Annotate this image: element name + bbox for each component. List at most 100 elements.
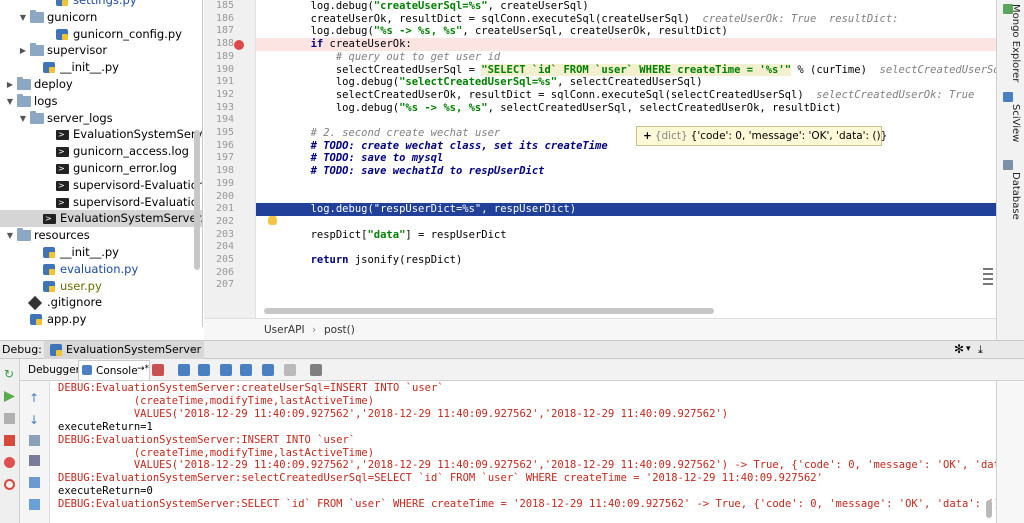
pin-icon[interactable]: →* <box>137 359 149 379</box>
code-line[interactable]: createUserOk, resultDict = sqlConn.execu… <box>256 13 996 26</box>
line-number[interactable]: 190 <box>204 64 234 75</box>
mute-breakpoints-icon[interactable] <box>4 479 15 490</box>
scroll-down-icon[interactable]: ↓ <box>29 413 40 427</box>
code-line[interactable]: selectCreatedUserOk, resultDict = sqlCon… <box>256 89 996 102</box>
chevron-down-icon[interactable]: ▼ <box>18 110 28 127</box>
code-line[interactable]: log.debug("%s -> %s, %s", createUserSql,… <box>256 25 996 38</box>
line-number[interactable]: 194 <box>204 114 234 125</box>
value-tooltip[interactable]: + {dict} {'code': 0, 'message': 'OK', 'dat… <box>636 126 887 146</box>
view-breakpoints-icon[interactable] <box>4 457 15 468</box>
tab-console[interactable]: Console →* <box>78 360 150 380</box>
tree-item[interactable]: ▼ gunicorn <box>0 9 202 26</box>
line-number[interactable]: 193 <box>204 102 234 113</box>
code-line[interactable]: # TODO: save to mysql <box>256 152 996 165</box>
expand-icon[interactable]: + <box>643 130 652 142</box>
mongo-explorer-tab[interactable]: Mongo Explorer <box>1001 4 1021 88</box>
chevron-right-icon[interactable]: ▶ <box>18 42 28 59</box>
tree-item[interactable]: EvaluationSystemServer.l <box>0 210 202 228</box>
horizontal-scrollbar[interactable] <box>264 308 714 314</box>
line-number[interactable]: 191 <box>204 76 234 87</box>
line-number[interactable]: 196 <box>204 140 234 151</box>
tree-item[interactable]: ▼ logs <box>0 93 202 110</box>
line-number[interactable]: 204 <box>204 241 234 252</box>
line-number[interactable]: 205 <box>204 254 234 265</box>
line-number[interactable]: 201 <box>204 203 234 214</box>
code-line[interactable]: respDict["data"] = respUserDict <box>256 229 996 242</box>
code-line[interactable]: log.debug("%s -> %s, %s", selectCreatedU… <box>256 102 996 115</box>
chevron-down-icon[interactable]: ▼ <box>5 227 15 244</box>
table-icon[interactable] <box>310 364 322 376</box>
breadcrumb-class[interactable]: UserAPI <box>264 320 305 340</box>
console-scrollbar[interactable] <box>986 500 992 518</box>
tree-item[interactable]: supervisord-Evaluatio <box>0 194 202 211</box>
tree-item[interactable]: supervisord-Evaluation <box>0 177 202 194</box>
line-number[interactable]: 198 <box>204 165 234 176</box>
tree-item[interactable]: ▶ supervisor <box>0 42 202 59</box>
tree-item[interactable]: ▶ deploy <box>0 76 202 93</box>
line-number[interactable]: 188 <box>204 38 234 49</box>
line-number[interactable]: 185 <box>204 0 234 11</box>
line-number[interactable]: 202 <box>204 216 234 227</box>
tree-item[interactable]: __init__.py <box>0 59 202 76</box>
breakpoint-line[interactable]: if createUserOk: <box>256 38 996 52</box>
tree-item[interactable]: app.py <box>0 311 202 327</box>
run-to-cursor-icon[interactable] <box>262 364 274 376</box>
tree-item[interactable]: gunicorn_error.log <box>0 160 202 177</box>
tree-item[interactable]: settings.py <box>0 0 202 9</box>
code-line[interactable]: # query out to get user id <box>256 51 996 64</box>
tree-item[interactable]: gunicorn_config.py <box>0 26 202 43</box>
tree-item[interactable]: .gitignore <box>0 294 202 311</box>
code-line[interactable] <box>256 267 996 280</box>
tree-item[interactable]: ▼ resources <box>0 227 202 244</box>
close-tab-icon[interactable]: × <box>189 341 198 358</box>
code-line[interactable] <box>256 114 996 127</box>
chevron-down-icon[interactable]: ▼ <box>18 9 28 26</box>
code-line[interactable]: return jsonify(respDict) <box>256 254 996 267</box>
evaluate-expression-icon[interactable] <box>284 364 296 376</box>
tree-item[interactable]: ▼ server_logs <box>0 110 202 127</box>
tree-item[interactable]: gunicorn_access.log <box>0 143 202 160</box>
code-line[interactable] <box>256 216 996 229</box>
line-number[interactable]: 187 <box>204 25 234 36</box>
gear-icon[interactable]: ✻ <box>954 341 964 358</box>
line-number[interactable]: 206 <box>204 267 234 278</box>
scroll-to-end-icon[interactable] <box>29 455 40 466</box>
line-number[interactable]: 207 <box>204 279 234 290</box>
soft-wrap-icon[interactable] <box>29 435 40 446</box>
line-number[interactable]: 189 <box>204 51 234 62</box>
clear-all-icon[interactable] <box>29 499 40 510</box>
pause-icon[interactable] <box>4 413 15 424</box>
tree-item[interactable]: EvaluationSystemServe <box>0 126 202 143</box>
line-number[interactable]: 199 <box>204 178 234 189</box>
rerun-icon[interactable]: ↻ <box>4 367 15 381</box>
code-line[interactable]: selectCreatedUserSql = "SELECT `id` FROM… <box>256 63 996 77</box>
line-number[interactable]: 192 <box>204 89 234 100</box>
breakpoint-icon[interactable] <box>234 40 244 50</box>
dropdown-icon[interactable]: ▾ <box>966 341 971 358</box>
code-line[interactable] <box>256 178 996 191</box>
code-line[interactable]: log.debug("createUserSql=%s", createUser… <box>256 0 996 13</box>
editor-gutter[interactable]: 185 186 187 188 189 190 191 192 193 194 195 196 197 1… <box>204 0 256 318</box>
tab-debugger[interactable]: Debugger <box>24 360 84 380</box>
chevron-right-icon[interactable]: ▶ <box>5 76 15 93</box>
line-number[interactable]: 197 <box>204 152 234 163</box>
stop-icon[interactable] <box>4 435 15 446</box>
hide-panel-icon[interactable]: ⤓ <box>978 341 983 358</box>
project-tree[interactable]: settings.py ▼ gunicorn gunicorn_config.py ▶ s… <box>0 0 203 327</box>
print-icon[interactable] <box>29 477 40 488</box>
chevron-down-icon[interactable]: ▼ <box>5 93 15 110</box>
code-line[interactable] <box>256 241 996 254</box>
sciview-tab[interactable]: SciView <box>1001 104 1021 156</box>
code-line[interactable] <box>256 191 996 204</box>
tree-item[interactable]: __init__.py <box>0 244 202 261</box>
code-line[interactable]: log.debug("selectCreatedUserSql=%s", sel… <box>256 76 996 89</box>
step-over-icon[interactable] <box>178 364 190 376</box>
tree-item[interactable]: user.py <box>0 278 202 295</box>
resume-icon[interactable] <box>4 391 15 402</box>
code-line[interactable]: # TODO: save wechatId to respUserDict <box>256 165 996 178</box>
step-into-my-code-icon[interactable] <box>220 364 232 376</box>
tree-item[interactable]: evaluation.py <box>0 261 202 278</box>
debug-config-tab[interactable]: EvaluationSystemServer × <box>44 341 204 359</box>
current-execution-line[interactable]: log.debug("respUserDict=%s", respUserDic… <box>256 203 996 217</box>
step-into-icon[interactable] <box>198 364 210 376</box>
